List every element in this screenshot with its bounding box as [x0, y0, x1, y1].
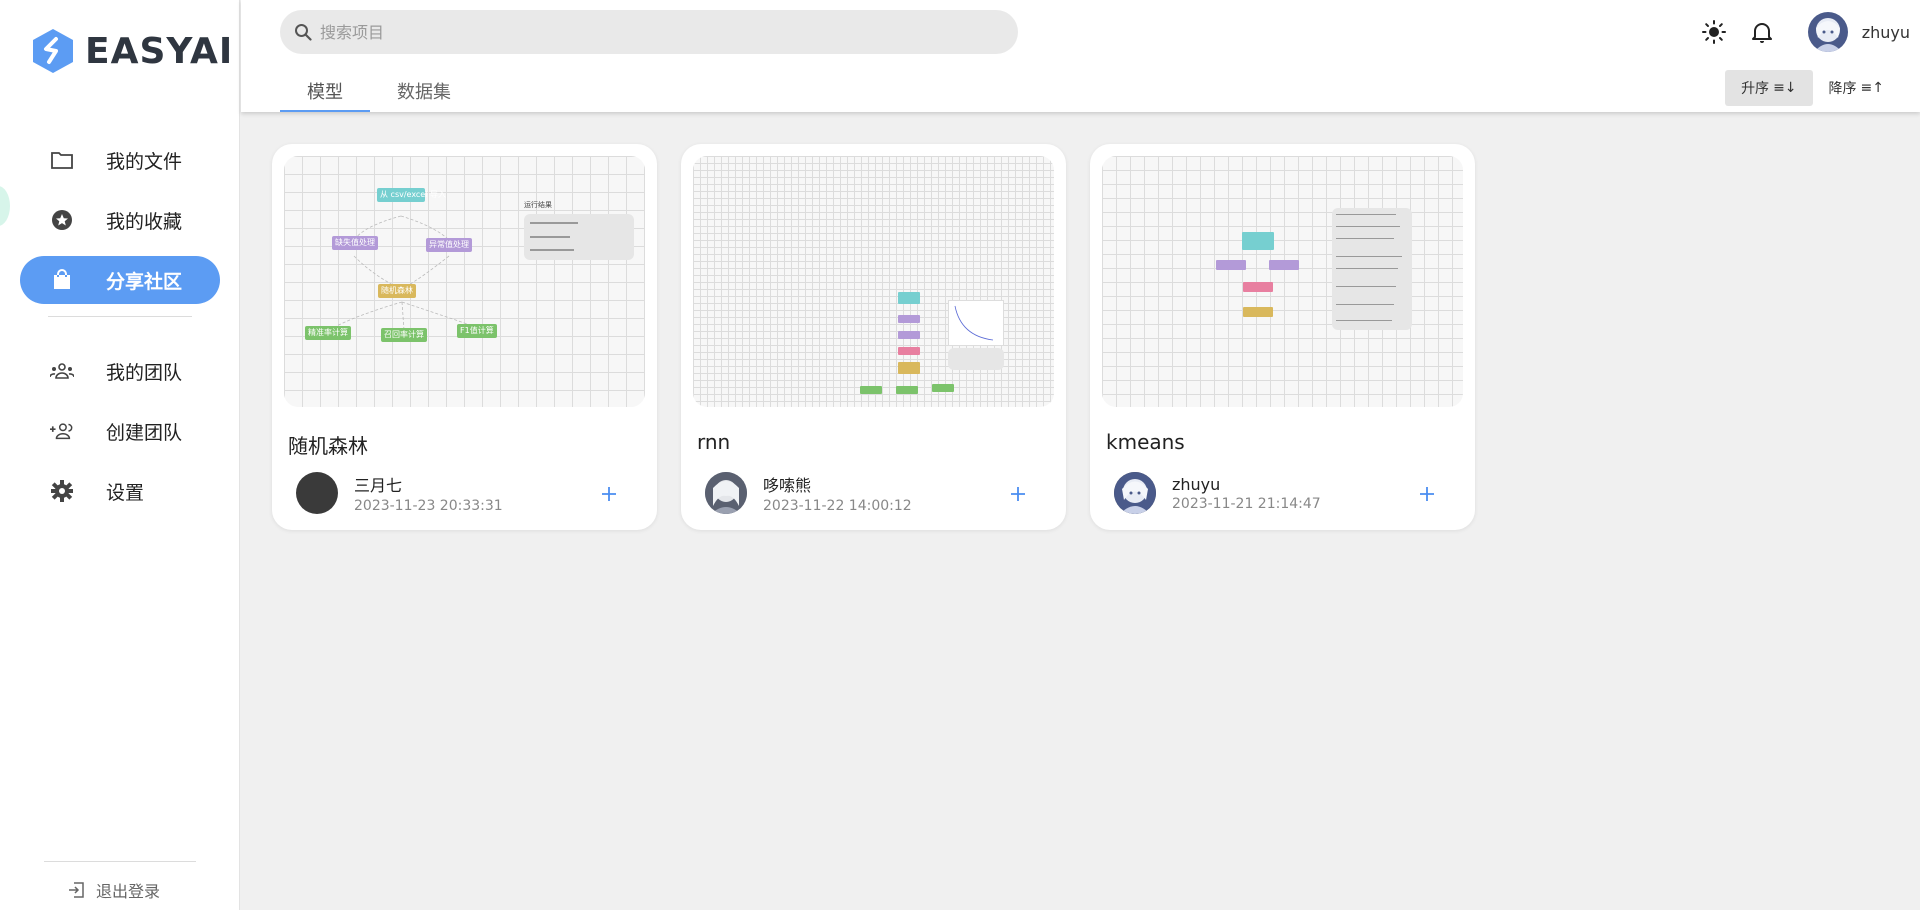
- sidebar-item-label: 创建团队: [106, 421, 183, 444]
- card-title[interactable]: rnn: [697, 430, 730, 454]
- search-input[interactable]: [320, 22, 980, 42]
- avatar[interactable]: [1807, 12, 1848, 52]
- author-name: zhuyu: [1172, 474, 1221, 494]
- folder-icon: [50, 148, 74, 172]
- sidebar-nav: 我的文件 我的收藏 分享社区 我的团队 创建团队 设置: [0, 136, 240, 527]
- content-tabs: 模型 数据集: [280, 70, 478, 112]
- flow-node-outliers: 异常值处理: [426, 238, 472, 252]
- easyai-logo-icon: [33, 29, 73, 73]
- sort-descending-label: 降序: [1828, 81, 1857, 97]
- author-name: 三月七: [354, 476, 403, 495]
- sidebar-item-my-files[interactable]: 我的文件: [20, 136, 220, 184]
- publish-date: 2023-11-22 14:00:12: [763, 498, 912, 514]
- group-icon: [50, 359, 74, 383]
- sidebar: EASYAI 我的文件 我的收藏 分享社区 我的团队 创建团队 设置 退出登录: [0, 0, 240, 910]
- shopping-bag-icon: [50, 268, 74, 292]
- card-title[interactable]: 随机森林: [288, 430, 368, 459]
- card-title[interactable]: kmeans: [1106, 430, 1185, 454]
- theme-toggle-button[interactable]: [1696, 10, 1732, 54]
- sidebar-item-community[interactable]: 分享社区: [20, 256, 220, 304]
- plus-icon: [1420, 487, 1434, 501]
- publish-date: 2023-11-23 20:33:31: [354, 498, 503, 514]
- logout-icon: [69, 882, 84, 898]
- card-author: zhuyu 2023-11-21 21:14:47: [1114, 472, 1321, 514]
- model-card[interactable]: rnn 哆嗦熊 2023-11-22 14:00:12: [681, 144, 1066, 530]
- flow-node-f1: F1值计算: [457, 324, 497, 338]
- result-panel: [524, 214, 634, 260]
- sidebar-item-favorites[interactable]: 我的收藏: [20, 196, 220, 244]
- add-to-project-button[interactable]: [597, 482, 621, 506]
- gear-icon: [50, 479, 74, 503]
- top-header: 模型 数据集 zhuyu 升序 ≡↓ 降序 ≡↑: [241, 0, 1920, 112]
- sort-descending-button[interactable]: 降序 ≡↑: [1813, 70, 1900, 106]
- flow-node-precision: 精准率计算: [305, 326, 351, 340]
- model-thumbnail[interactable]: [693, 156, 1054, 407]
- brand-name: EASYAI: [85, 30, 234, 72]
- model-card[interactable]: 从 csv/excel 导入 缺失值处理 异常值处理 随机森林 精准率计算 召回…: [272, 144, 657, 530]
- sidebar-item-label: 我的收藏: [106, 210, 183, 233]
- search-bar[interactable]: [280, 10, 1018, 54]
- plus-icon: [602, 487, 616, 501]
- flow-node-random-forest: 随机森林: [378, 284, 416, 298]
- model-thumbnail[interactable]: 从 csv/excel 导入 缺失值处理 异常值处理 随机森林 精准率计算 召回…: [284, 156, 645, 407]
- username[interactable]: zhuyu: [1862, 23, 1910, 42]
- sidebar-item-label: 分享社区: [106, 270, 183, 293]
- sidebar-item-label: 设置: [106, 481, 145, 504]
- sidebar-item-settings[interactable]: 设置: [20, 467, 220, 515]
- plus-icon: [1011, 487, 1025, 501]
- flow-node-recall: 召回率计算: [381, 328, 427, 342]
- sort-controls: 升序 ≡↓ 降序 ≡↑: [1725, 70, 1900, 106]
- sort-ascending-label: 升序: [1741, 81, 1770, 97]
- sidebar-item-label: 我的团队: [106, 361, 183, 384]
- author-name: 哆嗦熊: [763, 476, 812, 495]
- tab-datasets[interactable]: 数据集: [370, 70, 478, 112]
- card-author: 三月七 2023-11-23 20:33:31: [296, 472, 503, 514]
- sidebar-item-my-team[interactable]: 我的团队: [20, 347, 220, 395]
- model-card[interactable]: kmeans zhuyu 2023-11-21 21:14:47: [1090, 144, 1475, 530]
- header-actions: zhuyu: [1696, 10, 1910, 54]
- avatar[interactable]: [705, 472, 747, 514]
- avatar[interactable]: [296, 472, 338, 514]
- sort-ascending-icon: ≡↓: [1773, 80, 1797, 96]
- flow-connectors: [328, 215, 480, 331]
- bell-icon: [1751, 23, 1772, 43]
- group-add-icon: [50, 419, 74, 443]
- logout-button[interactable]: 退出登录: [68, 878, 160, 902]
- publish-date: 2023-11-21 21:14:47: [1172, 495, 1321, 512]
- flow-node-import: 从 csv/excel 导入: [377, 188, 446, 202]
- brand-logo[interactable]: EASYAI: [31, 27, 233, 75]
- star-circle-icon: [50, 208, 74, 232]
- sort-descending-icon: ≡↑: [1860, 80, 1884, 96]
- notifications-button[interactable]: [1744, 10, 1780, 54]
- search-icon: [295, 24, 312, 41]
- model-thumbnail[interactable]: [1102, 156, 1463, 407]
- model-card-grid: 从 csv/excel 导入 缺失值处理 异常值处理 随机森林 精准率计算 召回…: [272, 144, 1499, 530]
- result-panel-title: 运行结果: [524, 201, 552, 209]
- tab-models[interactable]: 模型: [280, 70, 370, 112]
- sidebar-item-label: 我的文件: [106, 150, 183, 173]
- logout-divider: [44, 861, 196, 862]
- sidebar-divider: [48, 316, 192, 317]
- add-to-project-button[interactable]: [1415, 482, 1439, 506]
- add-to-project-button[interactable]: [1006, 482, 1030, 506]
- sidebar-item-create-team[interactable]: 创建团队: [20, 407, 220, 455]
- card-author: 哆嗦熊 2023-11-22 14:00:12: [705, 472, 912, 514]
- logout-label: 退出登录: [96, 882, 161, 901]
- avatar[interactable]: [1114, 472, 1156, 514]
- sort-ascending-button[interactable]: 升序 ≡↓: [1725, 70, 1813, 106]
- flow-node-missing-values: 缺失值处理: [332, 236, 378, 250]
- sun-icon: [1701, 20, 1726, 44]
